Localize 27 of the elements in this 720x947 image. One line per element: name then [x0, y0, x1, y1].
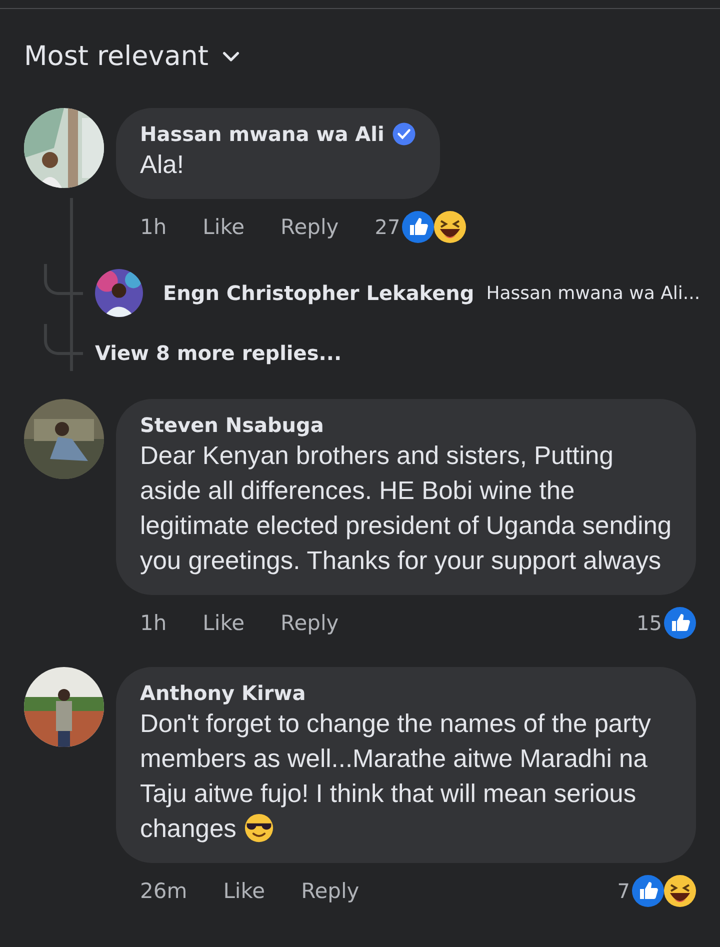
sort-dropdown[interactable]: Most relevant [24, 41, 243, 72]
like-icon [664, 607, 696, 639]
laughing-face-icon [664, 875, 696, 907]
author-name[interactable]: Anthony Kirwa [140, 681, 306, 705]
reaction-count[interactable]: 27 [374, 215, 400, 239]
view-more-replies-link[interactable]: View 8 more replies... [95, 341, 342, 365]
reaction-count[interactable]: 7 [617, 879, 630, 903]
like-button[interactable]: Like [202, 215, 245, 239]
laughing-face-icon [434, 211, 466, 243]
comment-time: 1h [140, 215, 167, 239]
comment-time: 26m [140, 879, 188, 903]
reply-preview: Hassan mwana wa Ali... [486, 282, 700, 304]
comment-time: 1h [140, 611, 167, 635]
like-button[interactable]: Like [223, 879, 266, 903]
comment-text: Don't forget to change the names of the party members as well...Marathe aitwe Maradhi na Taju aitwe fujo! I think that will mean serious changes [140, 709, 652, 845]
reaction-count[interactable]: 15 [636, 611, 662, 635]
reply-button[interactable]: Reply [301, 879, 360, 903]
reply-author[interactable]: Engn Christopher Lekakeng [163, 281, 474, 305]
like-icon [402, 211, 434, 243]
comment-text: Dear Kenyan brothers and sisters, Putting aside all differences. HE Bobi wine the legitimate elected president of Uganda sending you greetings. Thanks for your support always [140, 441, 672, 577]
reply-button[interactable]: Reply [280, 611, 339, 635]
like-button[interactable]: Like [202, 611, 245, 635]
author-name[interactable]: Steven Nsabuga [140, 413, 324, 437]
comment-text: Ala! [140, 150, 185, 181]
reply-button[interactable]: Reply [280, 215, 339, 239]
like-icon [632, 875, 664, 907]
author-name[interactable]: Hassan mwana wa Ali [140, 122, 384, 146]
